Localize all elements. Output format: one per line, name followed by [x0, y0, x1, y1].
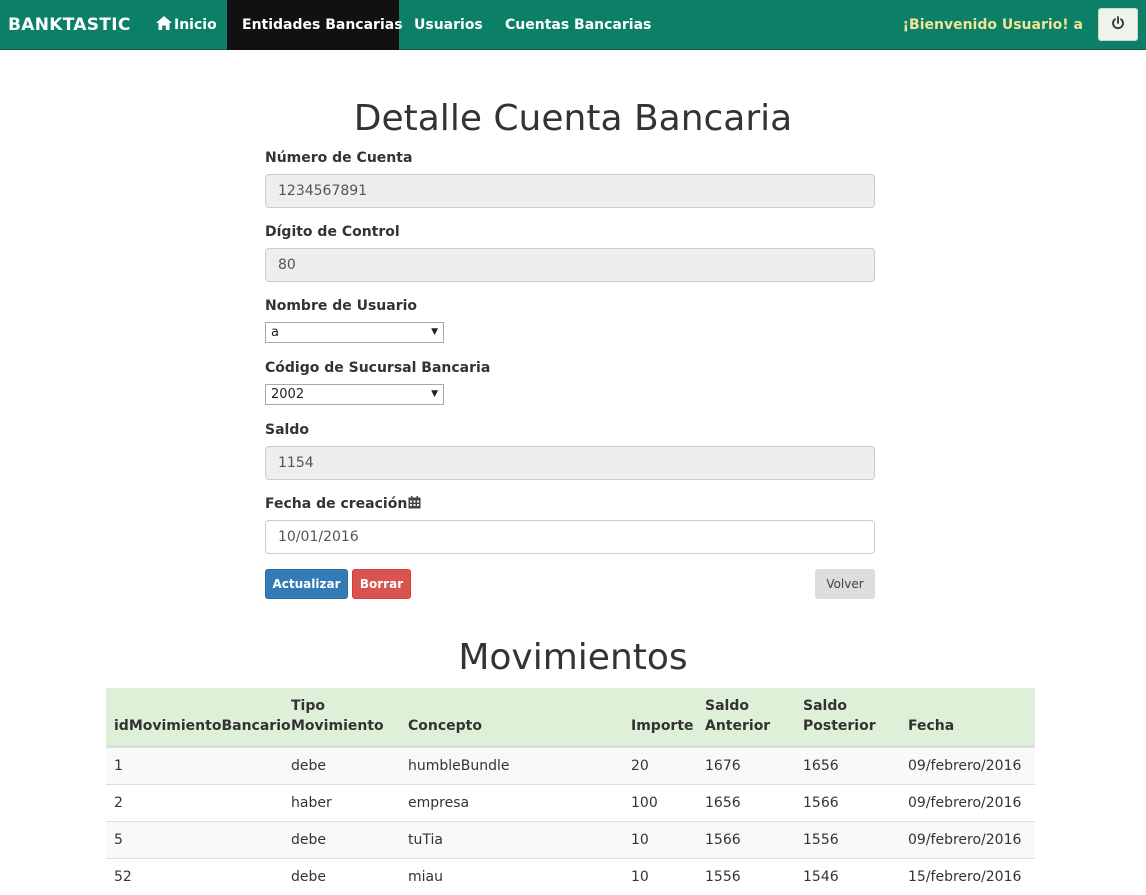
col-header-fecha: Fecha	[908, 718, 955, 734]
nav-item-label: Cuentas Bancarias	[505, 17, 652, 33]
table-header: idMovimientoBancario Tipo Movimiento Conc…	[106, 688, 1035, 747]
cell-tipo: haber	[291, 795, 332, 811]
delete-button[interactable]: Borrar	[352, 569, 411, 599]
codigo-sucursal-select[interactable]: 2002 ▼	[265, 384, 444, 405]
nav-item-label: Entidades Bancarias	[242, 17, 403, 33]
cell-tipo: debe	[291, 758, 326, 774]
numero-cuenta-label: Número de Cuenta	[265, 150, 413, 166]
cell-concepto: miau	[408, 869, 443, 885]
calendar-icon	[408, 496, 421, 509]
fecha-creacion-field[interactable]: 10/01/2016	[265, 520, 875, 554]
cell-tipo: debe	[291, 869, 326, 885]
fecha-creacion-label: Fecha de creación	[265, 496, 421, 512]
cell-saldo-anterior: 1656	[705, 795, 741, 811]
logout-button[interactable]	[1098, 8, 1138, 41]
cell-fecha: 09/febrero/2016	[908, 832, 1022, 848]
table-row: 52 debe miau 10 1556 1546 15/febrero/201…	[106, 858, 1035, 895]
col-header-saldo-anterior: Saldo Anterior	[705, 698, 771, 734]
cell-id: 2	[114, 795, 123, 811]
saldo-field[interactable]: 1154	[265, 446, 875, 480]
col-header-concepto: Concepto	[408, 718, 482, 734]
cell-concepto: humbleBundle	[408, 758, 510, 774]
cell-fecha: 09/febrero/2016	[908, 758, 1022, 774]
saldo-label: Saldo	[265, 422, 309, 438]
table-row: 2 haber empresa 100 1656 1566 09/febrero…	[106, 784, 1035, 821]
dropdown-arrow-icon: ▼	[431, 327, 438, 337]
brand-logo[interactable]: BANKTASTIC	[8, 0, 131, 50]
cell-concepto: empresa	[408, 795, 470, 811]
home-icon	[156, 1, 172, 30]
cell-importe: 10	[631, 832, 649, 848]
cell-saldo-anterior: 1566	[705, 832, 741, 848]
page-title: Detalle Cuenta Bancaria	[353, 98, 793, 139]
select-value: 2002	[271, 387, 305, 402]
cell-fecha: 15/febrero/2016	[908, 869, 1022, 885]
nav-item-cuentas-bancarias[interactable]: Cuentas Bancarias	[490, 0, 666, 50]
cell-importe: 10	[631, 869, 649, 885]
cell-id: 52	[114, 869, 132, 885]
nav-item-label: Inicio	[174, 17, 217, 33]
digito-control-label: Dígito de Control	[265, 224, 400, 240]
fecha-creacion-label-text: Fecha de creación	[265, 496, 408, 512]
cell-importe: 20	[631, 758, 649, 774]
nombre-usuario-label: Nombre de Usuario	[265, 298, 418, 314]
nav-item-entidades-bancarias[interactable]: Entidades Bancarias	[227, 0, 403, 50]
cell-saldo-anterior: 1676	[705, 758, 741, 774]
col-header-tipo: Tipo Movimiento	[291, 698, 384, 734]
movimientos-table: idMovimientoBancario Tipo Movimiento Conc…	[106, 688, 1035, 895]
select-value: a	[271, 325, 279, 340]
col-header-saldo-posterior: Saldo Posterior	[803, 698, 876, 734]
cell-tipo: debe	[291, 832, 326, 848]
cell-fecha: 09/febrero/2016	[908, 795, 1022, 811]
table-row: 1 debe humbleBundle 20 1676 1656 09/febr…	[106, 747, 1035, 784]
back-button[interactable]: Volver	[815, 569, 875, 599]
col-header-importe: Importe	[631, 718, 694, 734]
numero-cuenta-field[interactable]: 1234567891	[265, 174, 875, 208]
cell-saldo-posterior: 1566	[803, 795, 839, 811]
cell-saldo-posterior: 1546	[803, 869, 839, 885]
digito-control-field[interactable]: 80	[265, 248, 875, 282]
nombre-usuario-select[interactable]: a ▼	[265, 322, 444, 343]
update-button[interactable]: Actualizar	[265, 569, 348, 599]
nav-item-label: Usuarios	[414, 17, 483, 33]
cell-saldo-anterior: 1556	[705, 869, 741, 885]
codigo-sucursal-label: Código de Sucursal Bancaria	[265, 360, 491, 376]
table-row: 5 debe tuTia 10 1566 1556 09/febrero/201…	[106, 821, 1035, 858]
cell-concepto: tuTia	[408, 832, 443, 848]
cell-id: 1	[114, 758, 123, 774]
power-icon	[1111, 15, 1125, 34]
nav-item-usuarios[interactable]: Usuarios	[399, 0, 498, 50]
movimientos-title: Movimientos	[458, 637, 688, 678]
cell-id: 5	[114, 832, 123, 848]
cell-saldo-posterior: 1656	[803, 758, 839, 774]
cell-saldo-posterior: 1556	[803, 832, 839, 848]
welcome-message: ¡Bienvenido Usuario! a	[902, 17, 1083, 33]
nav-item-inicio[interactable]: Inicio	[141, 0, 232, 50]
navbar: BANKTASTIC Inicio Entidades Bancarias Us…	[0, 0, 1146, 50]
cell-importe: 100	[631, 795, 658, 811]
dropdown-arrow-icon: ▼	[431, 389, 438, 399]
col-header-id: idMovimientoBancario	[114, 718, 291, 734]
